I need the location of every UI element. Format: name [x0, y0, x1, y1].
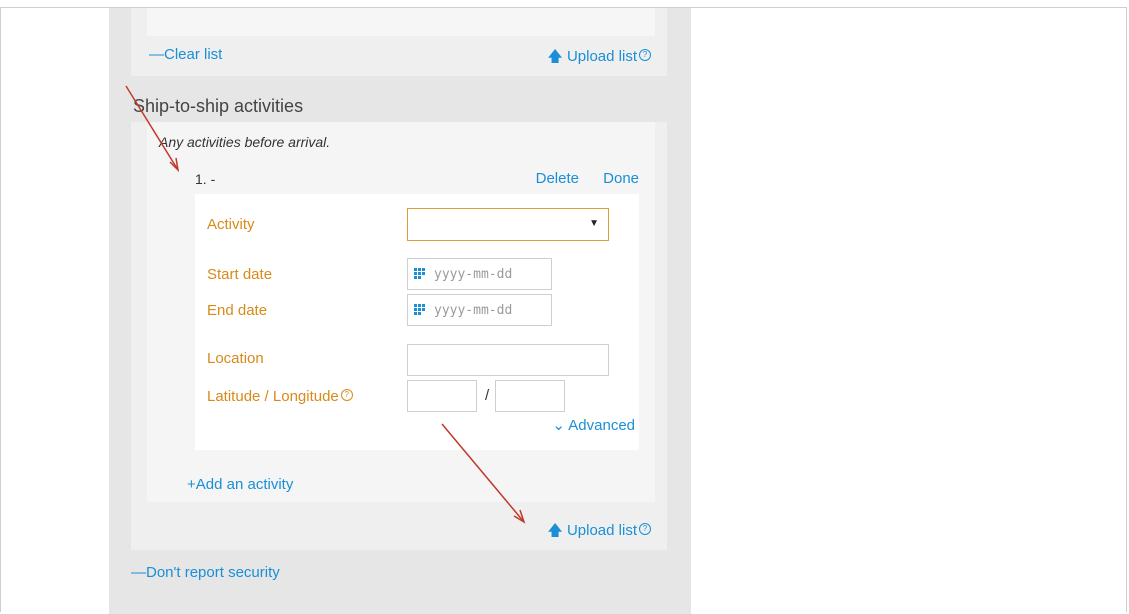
- end-date-input[interactable]: yyyy-mm-dd: [407, 294, 552, 326]
- clear-list-link[interactable]: —Clear list: [149, 46, 222, 63]
- done-button[interactable]: Done: [603, 170, 639, 187]
- activity-item-number: 1. -: [195, 171, 216, 187]
- upload-list-link-top[interactable]: 🡅 Upload list?: [547, 46, 651, 71]
- advanced-label: Advanced: [568, 417, 635, 434]
- section-title: Ship-to-ship activities: [133, 96, 304, 116]
- longitude-input[interactable]: [495, 380, 565, 412]
- form-container: —Clear list 🡅 Upload list? Ship-to-ship …: [109, 8, 691, 614]
- add-activity-link[interactable]: +Add an activity: [187, 476, 293, 493]
- upload-arrow-icon: 🡅: [547, 48, 563, 65]
- latlon-label: Latitude / Longitude?: [207, 388, 353, 405]
- start-date-placeholder: yyyy-mm-dd: [434, 267, 513, 282]
- help-icon[interactable]: ?: [639, 523, 651, 535]
- upload-list-label: Upload list: [566, 522, 637, 539]
- calendar-icon: [414, 304, 425, 315]
- dont-report-security-link[interactable]: —Don't report security: [131, 564, 280, 581]
- plus-icon: +: [187, 476, 196, 493]
- activity-label: Activity: [207, 216, 255, 233]
- add-activity-label: Add an activity: [195, 476, 294, 493]
- activity-form: Activity ▼ Start date yyyy-mm-dd End dat…: [195, 194, 639, 450]
- start-date-input[interactable]: yyyy-mm-dd: [407, 258, 552, 290]
- screenshot-frame: —Clear list 🡅 Upload list? Ship-to-ship …: [0, 7, 1127, 614]
- delete-button[interactable]: Delete: [536, 170, 579, 187]
- advanced-toggle[interactable]: ⌄ Advanced: [552, 416, 635, 434]
- location-input[interactable]: [407, 344, 609, 376]
- activities-card: Any activities before arrival. 1. - Dele…: [147, 122, 655, 502]
- dropdown-caret-icon: ▼: [589, 218, 599, 229]
- end-date-label: End date: [207, 302, 268, 319]
- activity-item-actions: Delete Done: [516, 170, 639, 187]
- previous-list-box: [147, 8, 655, 36]
- latlon-label-text: Latitude / Longitude: [207, 388, 339, 405]
- activity-item-header: 1. - Delete Done: [187, 162, 647, 192]
- help-icon[interactable]: ?: [639, 49, 651, 61]
- dont-report-security-label: Don't report security: [146, 564, 280, 581]
- help-icon[interactable]: ?: [340, 389, 353, 401]
- start-date-label: Start date: [207, 266, 273, 283]
- previous-list-panel: —Clear list 🡅 Upload list?: [131, 8, 667, 76]
- calendar-icon: [414, 268, 425, 279]
- upload-arrow-icon: 🡅: [547, 522, 563, 539]
- latitude-input[interactable]: [407, 380, 477, 412]
- chevron-down-icon: ⌄: [552, 417, 565, 434]
- latlon-separator: /: [485, 387, 490, 404]
- activity-select[interactable]: ▼: [407, 208, 609, 241]
- minus-icon: —: [149, 46, 164, 63]
- ship-to-ship-panel: Any activities before arrival. 1. - Dele…: [131, 122, 667, 550]
- section-hint: Any activities before arrival.: [159, 134, 331, 150]
- upload-list-label: Upload list: [566, 48, 637, 65]
- location-label: Location: [207, 350, 264, 367]
- clear-list-label: Clear list: [164, 46, 223, 63]
- upload-list-link-mid[interactable]: 🡅 Upload list?: [547, 520, 651, 545]
- minus-icon: —: [131, 564, 146, 581]
- end-date-placeholder: yyyy-mm-dd: [434, 303, 513, 318]
